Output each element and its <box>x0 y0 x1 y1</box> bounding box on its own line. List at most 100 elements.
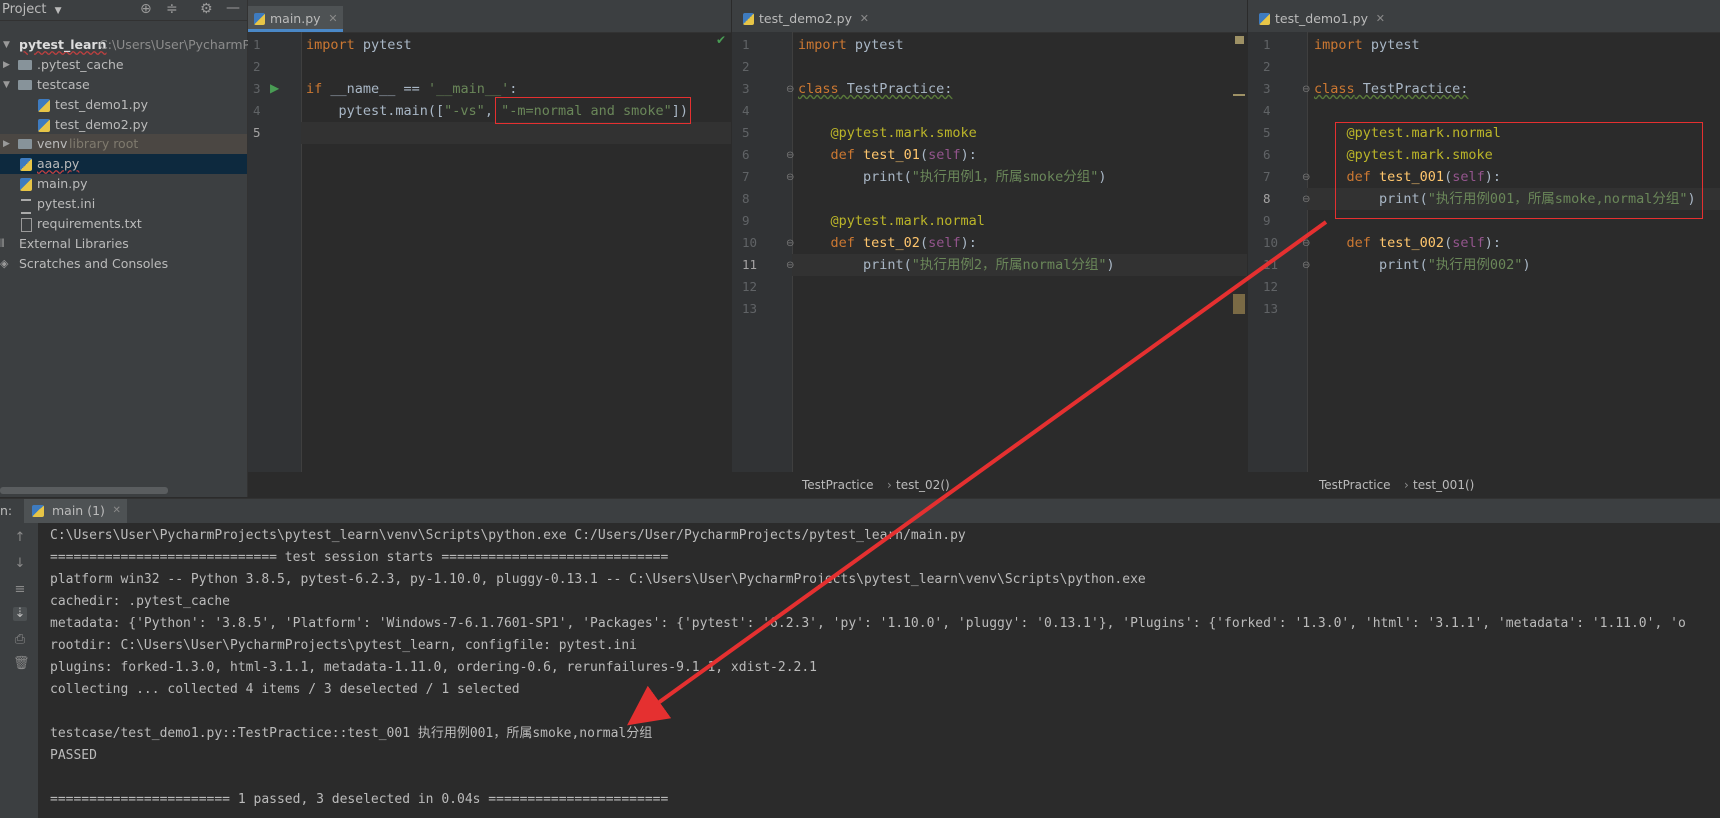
code-line[interactable]: def test_02(self): <box>798 232 977 254</box>
tree-item-requirements[interactable]: requirements.txt <box>0 214 247 234</box>
tab-test-demo2-py[interactable]: test_demo2.py ✕ <box>737 6 874 32</box>
print-icon[interactable]: ⎙ <box>13 633 27 647</box>
tree-item-pytest-ini[interactable]: pytest.ini <box>0 194 247 214</box>
arrow-up-icon[interactable]: ↑ <box>13 531 27 545</box>
project-header: Project ▼ ⊕ ≑ ⚙ — <box>0 0 247 21</box>
tree-label: venv <box>37 136 68 151</box>
code-line[interactable]: print("执行用例2，所属normal分组") <box>798 254 1115 276</box>
breadcrumb-item[interactable]: test_001() <box>1413 474 1474 496</box>
tree-item-testcase[interactable]: ▼ testcase <box>0 75 247 95</box>
code-line[interactable]: import pytest <box>306 34 412 56</box>
console-line: metadata: {'Python': '3.8.5', 'Platform'… <box>50 616 1686 631</box>
python-file-icon <box>20 178 32 191</box>
scroll-to-end-icon[interactable]: ⇣ <box>13 607 27 621</box>
tree-item-test-demo2[interactable]: test_demo2.py <box>0 115 247 135</box>
project-panel: Project ▼ ⊕ ≑ ⚙ — ▼ pytest_learn C:\User… <box>0 0 255 497</box>
python-file-icon <box>32 505 44 517</box>
config-file-icon <box>21 199 31 214</box>
code-line[interactable]: @pytest.mark.smoke <box>798 122 977 144</box>
fold-icon[interactable]: ⊖ <box>1302 238 1310 249</box>
close-icon[interactable]: ✕ <box>1376 6 1385 32</box>
console-line: collecting ... collected 4 items / 3 des… <box>50 682 520 697</box>
fold-icon[interactable]: ⊖ <box>786 238 794 249</box>
tree-label: requirements.txt <box>37 216 142 231</box>
tree-item-venv[interactable]: ▶ venv library root <box>0 134 247 154</box>
chevron-right-icon: › <box>1404 478 1409 492</box>
line-number: 12 <box>742 279 758 294</box>
tab-label: main.py <box>270 11 321 26</box>
fold-icon[interactable]: ⊖ <box>786 172 794 183</box>
fold-icon[interactable]: ⊖ <box>1302 172 1310 183</box>
tree-item-scratches[interactable]: ◈ Scratches and Consoles <box>0 254 247 274</box>
code-line[interactable]: def test_01(self): <box>798 144 977 166</box>
line-number: 13 <box>1263 301 1279 316</box>
fold-icon[interactable]: ⊖ <box>786 84 794 95</box>
arrow-down-icon[interactable]: ↓ <box>13 557 27 571</box>
console-output[interactable]: C:\Users\User\PycharmProjects\pytest_lea… <box>38 523 1720 818</box>
gear-icon[interactable]: ⚙ <box>200 1 213 17</box>
tree-hint: C:\Users\User\PycharmPr <box>99 37 256 52</box>
chevron-down-icon: ▼ <box>3 80 10 90</box>
tab-run-main[interactable]: main (1) ✕ <box>24 499 127 523</box>
fold-icon[interactable]: ⊖ <box>786 150 794 161</box>
console-line: platform win32 -- Python 3.8.5, pytest-6… <box>50 572 1146 587</box>
editor-main: main.py ✕ 1 2 3 4 5 ▶ ✔ import pytest if… <box>248 0 731 497</box>
tree-item-pytest-cache[interactable]: ▶ .pytest_cache <box>0 55 247 75</box>
code-line[interactable]: print("执行用例1，所属smoke分组") <box>798 166 1106 188</box>
tab-main-py[interactable]: main.py ✕ <box>248 6 343 32</box>
check-icon: ✔ <box>716 33 727 47</box>
editor-test-demo1: test_demo1.py ✕ 1 2 3 4 5 6 7 8 9 10 11 … <box>1248 0 1720 497</box>
line-number: 8 <box>1263 191 1271 206</box>
tree-item-aaa[interactable]: aaa.py <box>0 154 247 174</box>
tab-label: test_demo1.py <box>1275 11 1368 26</box>
code-line[interactable]: if __name__ == '__main__': <box>306 78 517 100</box>
code-line[interactable]: @pytest.mark.normal <box>798 210 985 232</box>
run-prefix: n: <box>0 503 13 518</box>
minimize-icon[interactable]: — <box>226 0 240 16</box>
tree-item-test-demo1[interactable]: test_demo1.py <box>0 95 247 115</box>
fold-icon[interactable]: ⊖ <box>1302 260 1310 271</box>
trash-icon[interactable]: 🗑 <box>13 657 30 671</box>
tree-item-external-libraries[interactable]: ⫴ External Libraries <box>0 234 247 254</box>
horizontal-scrollbar[interactable] <box>0 487 168 494</box>
console-line: ======================= 1 passed, 3 dese… <box>50 792 669 807</box>
highlight-box <box>495 97 691 124</box>
text-file-icon <box>21 218 32 232</box>
breadcrumb-item[interactable]: TestPractice <box>802 474 874 496</box>
line-number: 5 <box>1263 125 1271 140</box>
python-file-icon <box>1259 13 1270 25</box>
run-gutter-icon[interactable]: ▶ <box>270 81 279 95</box>
breadcrumb-item[interactable]: test_02() <box>896 474 950 496</box>
close-icon[interactable]: ✕ <box>860 6 869 32</box>
code-line[interactable]: class TestPractice: <box>798 78 952 100</box>
code-line[interactable]: import pytest <box>798 34 904 56</box>
collapse-all-icon[interactable]: ≑ <box>166 1 178 17</box>
code-line[interactable]: import pytest <box>1314 34 1420 56</box>
tree-label: aaa.py <box>37 156 80 171</box>
breadcrumb-item[interactable]: TestPractice <box>1319 474 1391 496</box>
tree-label: testcase <box>37 77 90 92</box>
tab-test-demo1-py[interactable]: test_demo1.py ✕ <box>1253 6 1390 32</box>
code-line[interactable]: class TestPractice: <box>1314 78 1468 100</box>
line-number: 2 <box>253 59 261 74</box>
fold-icon[interactable]: ⊖ <box>786 260 794 271</box>
locate-icon[interactable]: ⊕ <box>140 1 152 17</box>
fold-icon[interactable]: ⊖ <box>1302 84 1310 95</box>
run-toolbar: ↑ ↓ ≡ ⇣ ⎙ 🗑 <box>0 523 38 818</box>
close-icon[interactable]: ✕ <box>328 6 337 32</box>
code-line[interactable]: def test_002(self): <box>1314 232 1501 254</box>
scroll-marker <box>1233 294 1245 314</box>
line-number: 9 <box>742 213 750 228</box>
fold-icon[interactable]: ⊖ <box>1302 194 1310 205</box>
tree-item-main[interactable]: main.py <box>0 174 247 194</box>
close-icon[interactable]: ✕ <box>113 499 121 523</box>
project-dropdown[interactable]: Project ▼ <box>2 2 62 17</box>
code-line[interactable]: print("执行用例002") <box>1314 254 1531 276</box>
folder-icon <box>18 60 32 70</box>
soft-wrap-icon[interactable]: ≡ <box>13 583 27 597</box>
tree-item-pytest-learn[interactable]: ▼ pytest_learn C:\Users\User\PycharmPr <box>0 35 255 55</box>
chevron-right-icon: ▶ <box>3 139 10 149</box>
line-number: 6 <box>1263 147 1271 162</box>
scroll-marker <box>1235 36 1244 44</box>
editor-test-demo2: test_demo2.py ✕ 1 2 3 4 5 6 7 8 9 10 11 … <box>732 0 1247 497</box>
